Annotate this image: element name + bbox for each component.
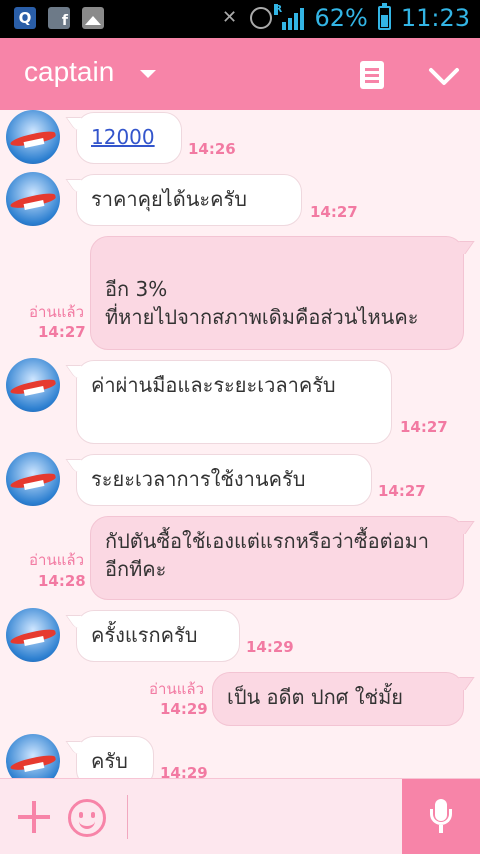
message-bubble[interactable]: ครั้งแรกครับ <box>76 610 240 662</box>
gallery-icon <box>82 7 104 29</box>
notification-icons: Q f <box>14 7 104 29</box>
message-text: ราคาคุยได้นะครับ <box>91 187 247 211</box>
chevron-down-icon[interactable] <box>428 60 460 92</box>
message-bubble[interactable]: 12000 <box>76 112 182 164</box>
system-icons: ✕ R 62% 11:23 <box>218 3 470 32</box>
battery-icon <box>377 3 391 30</box>
signal-icon: R <box>274 4 305 30</box>
message-bubble[interactable]: ระยะเวลาการใช้งานครับ <box>76 454 372 506</box>
message-time: 14:28 <box>38 572 86 590</box>
mute-icon: ✕ <box>221 7 238 28</box>
message-text: เป็น อดีต ปกศ ใช่มั้ย <box>227 685 404 709</box>
message-text: ระยะเวลาการใช้งานครับ <box>91 467 306 491</box>
message-bubble[interactable]: เป็น อดีต ปกศ ใช่มั้ย <box>212 672 464 726</box>
read-receipt: อ่านแล้ว <box>149 680 204 698</box>
message-time: 14:27 <box>310 203 358 221</box>
message-bubble[interactable]: อีก 3% ที่หายไปจากสภาพเดิมคือส่วนไหนคะ <box>90 236 464 350</box>
message-link[interactable]: 12000 <box>91 125 155 149</box>
search-app-icon: Q <box>14 7 36 29</box>
message-text: กัปตันซื้อใช้เองแต่แรกหรือว่าซื้อต่อมาอี… <box>105 529 430 581</box>
avatar[interactable] <box>6 358 60 412</box>
message-list[interactable]: 12000 14:26 ราคาคุยได้นะครับ 14:27 อ่านแ… <box>0 110 480 778</box>
chat-title[interactable]: captain <box>24 56 114 88</box>
emoji-icon[interactable] <box>68 799 106 837</box>
message-bubble[interactable]: ค่าผ่านมือและระยะเวลาครับ <box>76 360 392 444</box>
message-input[interactable] <box>138 793 388 841</box>
status-bar: Q f ✕ R 62% 11:23 <box>0 0 480 38</box>
avatar[interactable] <box>6 734 60 778</box>
message-bubble[interactable]: ราคาคุยได้นะครับ <box>76 174 302 226</box>
avatar[interactable] <box>6 172 60 226</box>
avatar[interactable] <box>6 110 60 164</box>
message-text: ค่าผ่านมือและระยะเวลาครับ <box>91 373 336 397</box>
notes-icon[interactable] <box>360 61 384 89</box>
message-text: อีก 3% ที่หายไปจากสภาพเดิมคือส่วนไหนคะ <box>105 277 419 329</box>
message-text: ครั้งแรกครับ <box>91 623 198 647</box>
message-time: 14:27 <box>38 323 86 341</box>
chat-header: captain <box>0 38 480 110</box>
avatar[interactable] <box>6 452 60 506</box>
read-receipt: อ่านแล้ว <box>29 303 84 321</box>
message-time: 14:29 <box>246 638 294 656</box>
message-time: 14:29 <box>160 700 208 718</box>
battery-percent: 62% <box>314 4 368 32</box>
message-bubble[interactable]: กัปตันซื้อใช้เองแต่แรกหรือว่าซื้อต่อมาอี… <box>90 516 464 600</box>
composer <box>0 778 480 854</box>
voice-button[interactable] <box>402 779 480 854</box>
title-dropdown-icon[interactable] <box>140 70 156 78</box>
plus-icon[interactable] <box>18 801 50 833</box>
microphone-icon <box>430 799 452 835</box>
roaming-label: R <box>274 4 283 15</box>
divider <box>127 795 128 839</box>
read-receipt: อ่านแล้ว <box>29 551 84 569</box>
facebook-icon: f <box>48 7 70 29</box>
message-time: 14:29 <box>160 764 208 778</box>
message-time: 14:27 <box>378 482 426 500</box>
alarm-icon <box>250 7 273 29</box>
avatar[interactable] <box>6 608 60 662</box>
message-time: 14:26 <box>188 140 236 158</box>
message-text: ครับ <box>91 749 128 773</box>
message-time: 14:27 <box>400 418 448 436</box>
clock: 11:23 <box>400 4 470 32</box>
message-bubble[interactable]: ครับ <box>76 736 154 778</box>
